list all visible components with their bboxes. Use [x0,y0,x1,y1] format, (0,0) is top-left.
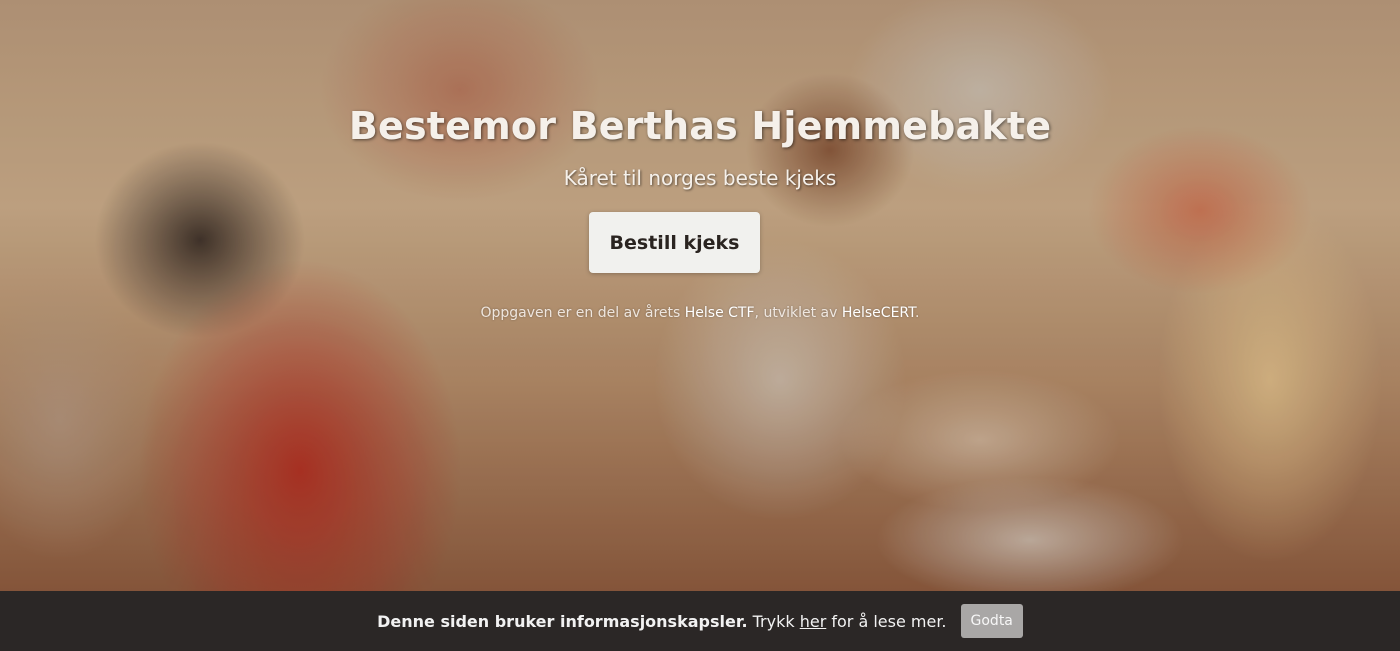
hero-background-image [0,0,1400,591]
cookie-message-after-link: for å lese mer. [831,611,947,631]
credit-text: Oppgaven er en del av årets Helse CTF, u… [0,305,1400,321]
hero-subtitle: Kåret til norges beste kjeks [563,166,837,190]
order-cookies-button[interactable]: Bestill kjeks [589,212,760,273]
accept-cookies-button[interactable]: Godta [960,604,1023,638]
hero-overlay [0,0,1400,591]
page-title: Bestemor Berthas Hjemmebakte [348,104,1052,148]
cookie-message-bold: Denne siden bruker informasjonskapsler. [377,611,748,631]
helsecert-link[interactable]: HelseCERT [842,305,915,321]
credit-middle: , utviklet av [754,305,842,321]
cookie-info-link[interactable]: her [800,612,827,631]
cookie-message-before-link: Trykk [752,611,795,631]
helse-ctf-link[interactable]: Helse CTF [685,305,755,321]
credit-suffix: . [915,305,920,321]
credit-prefix: Oppgaven er en del av årets [480,305,685,321]
cookie-consent-bar: Denne siden bruker informasjonskapsler. … [0,591,1400,651]
cookie-message: Denne siden bruker informasjonskapsler. … [377,612,946,631]
